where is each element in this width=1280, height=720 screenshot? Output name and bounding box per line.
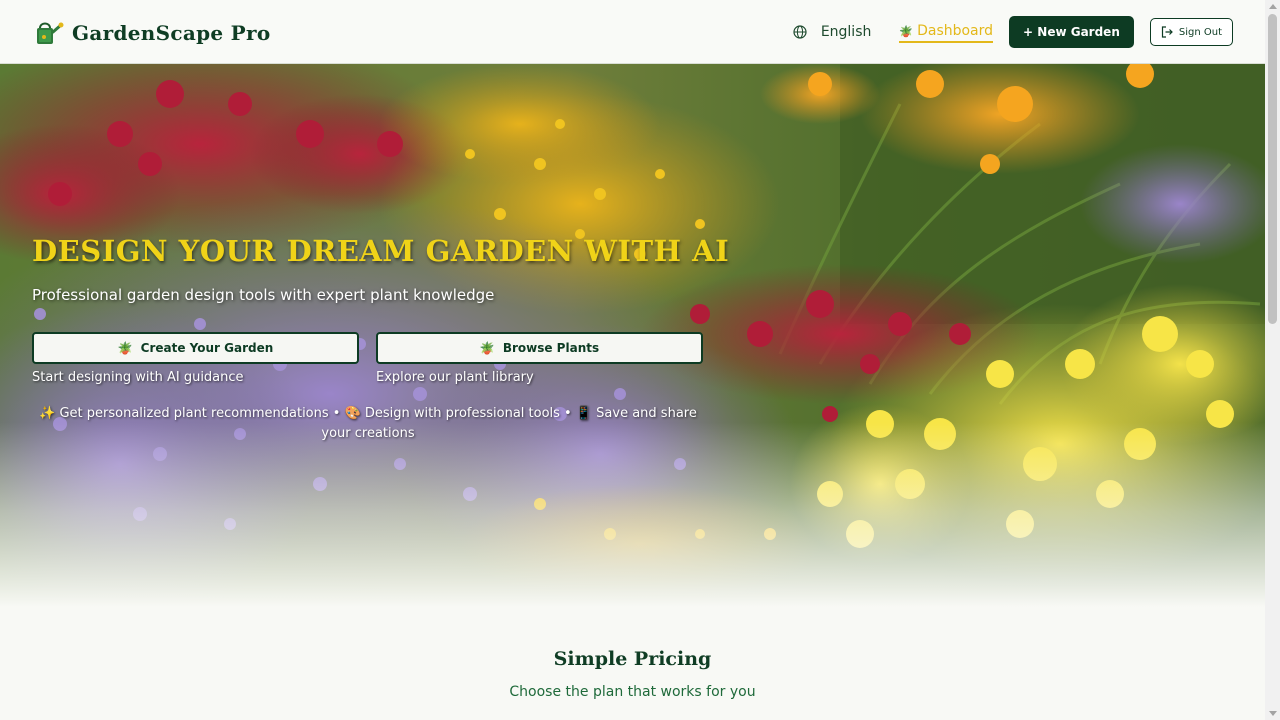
globe-icon [793, 25, 807, 39]
create-garden-button[interactable]: 🪴 Create Your Garden [32, 332, 359, 364]
browse-plants-button[interactable]: 🪴 Browse Plants [376, 332, 703, 364]
hero-subtitle: Professional garden design tools with ex… [32, 286, 495, 304]
page-scrollbar[interactable] [1265, 0, 1280, 720]
language-selector[interactable]: English [793, 24, 872, 40]
sign-out-label: Sign Out [1178, 26, 1222, 38]
scroll-up-icon[interactable] [1269, 4, 1277, 9]
scrollbar-thumb[interactable] [1268, 14, 1277, 324]
trowel-icon: 🪴 [899, 24, 914, 38]
browse-plants-note: Explore our plant library [376, 370, 534, 385]
brand-name: GardenScape Pro [72, 21, 271, 45]
plant-pot-icon: 🪴 [479, 341, 495, 355]
sign-out-icon [1161, 26, 1173, 38]
new-garden-button[interactable]: + New Garden [1009, 16, 1134, 48]
hero-section: DESIGN YOUR DREAM GARDEN WITH AI Profess… [0, 64, 1265, 624]
pricing-title: Simple Pricing [553, 648, 712, 670]
top-nav-bar: GardenScape Pro English 🪴 Dashboard + Ne… [0, 0, 1265, 64]
dashboard-label: Dashboard [917, 23, 994, 39]
create-garden-note: Start designing with AI guidance [32, 370, 244, 385]
pricing-subtitle: Choose the plan that works for you [509, 684, 756, 700]
feature-highlights: ✨ Get personalized plant recommendations… [39, 406, 697, 441]
language-label: English [820, 24, 872, 40]
dashboard-link[interactable]: 🪴 Dashboard [899, 23, 994, 43]
scroll-down-icon[interactable] [1269, 711, 1277, 716]
brand-logo[interactable]: GardenScape Pro [34, 18, 271, 48]
browse-plants-label: Browse Plants [502, 341, 600, 355]
create-garden-label: Create Your Garden [140, 341, 274, 355]
trowel-icon: 🪴 [117, 341, 133, 355]
watering-can-icon [34, 18, 64, 48]
hero-title: DESIGN YOUR DREAM GARDEN WITH AI [32, 234, 730, 268]
sign-out-button[interactable]: Sign Out [1149, 18, 1233, 46]
nav-actions: English 🪴 Dashboard + New Garden Sign Ou… [793, 16, 1233, 48]
